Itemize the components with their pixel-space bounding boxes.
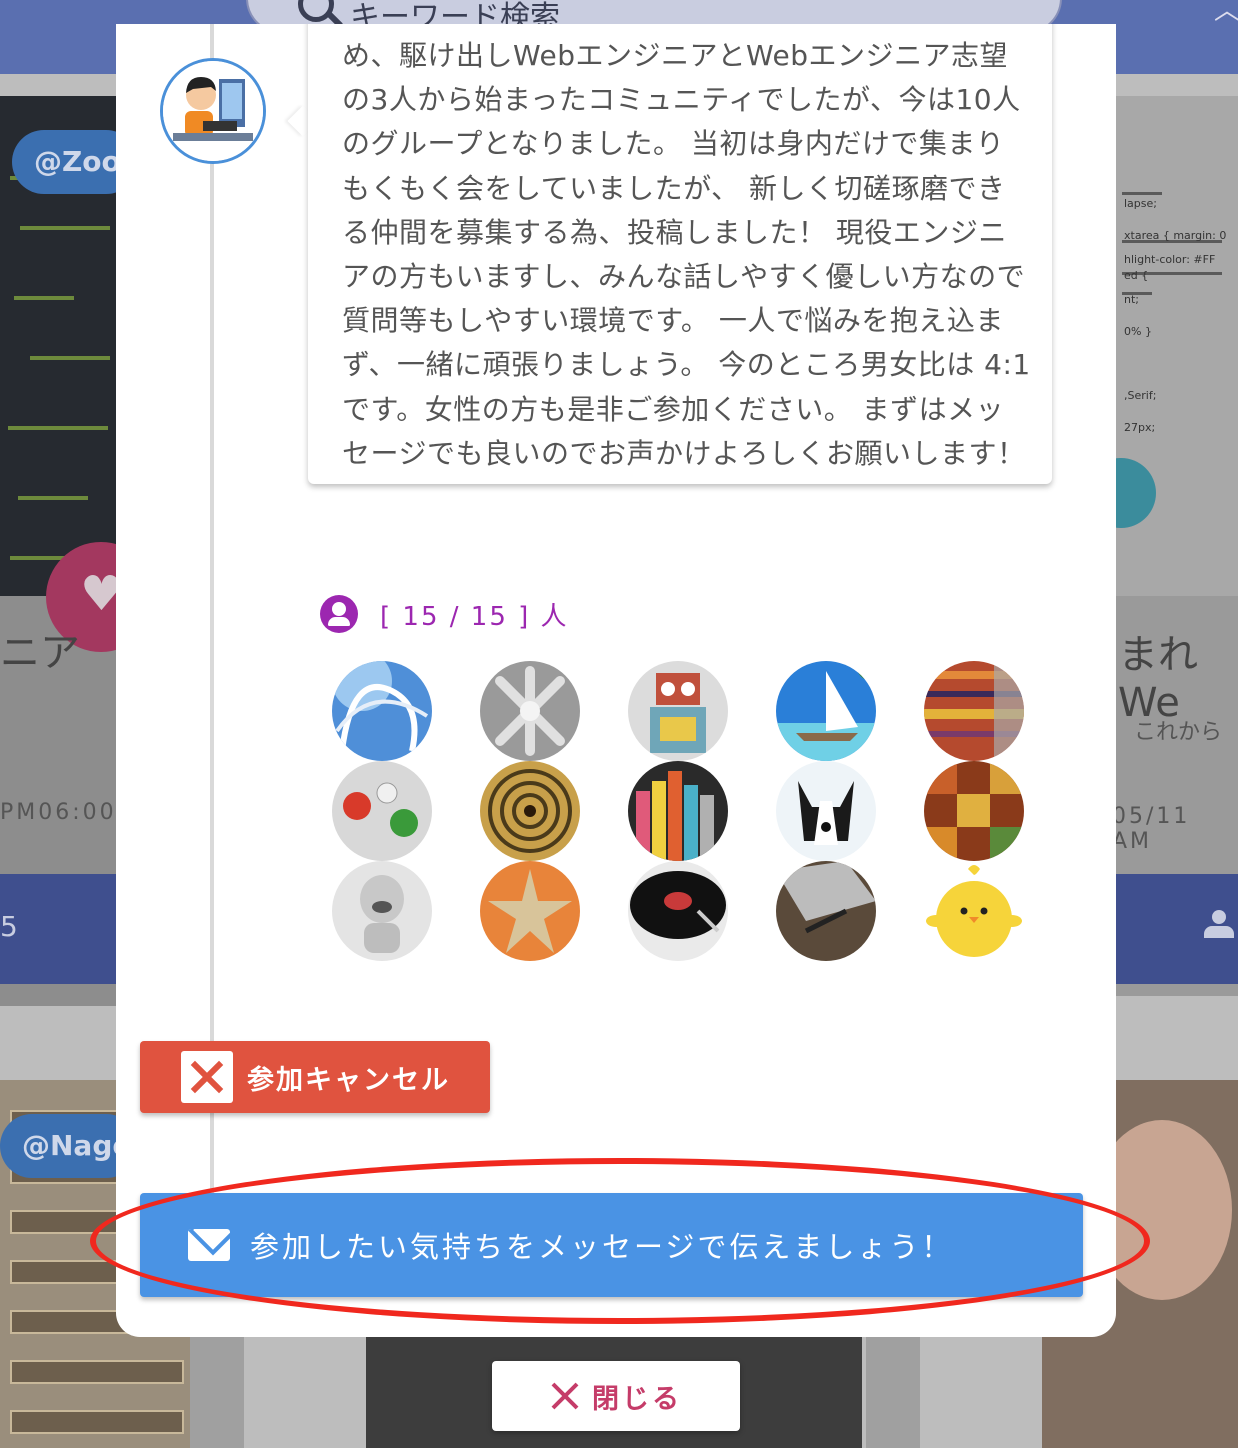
participant-grid bbox=[332, 661, 1032, 961]
member-avatar-woven-fabric[interactable] bbox=[924, 761, 1024, 861]
member-avatar-toy-robot[interactable] bbox=[628, 661, 728, 761]
member-avatar-roller-coaster[interactable] bbox=[332, 661, 432, 761]
member-avatar-sailboat[interactable] bbox=[776, 661, 876, 761]
group-icon bbox=[1204, 910, 1238, 940]
participant-count: [ 15 / 15 ] 人 bbox=[380, 601, 569, 632]
card-footer: 5 bbox=[0, 874, 116, 984]
card-footer bbox=[1116, 874, 1238, 984]
send-message-button[interactable]: 参加したい気持ちをメッセージで伝えましょう！ bbox=[140, 1193, 1083, 1297]
organizer-avatar[interactable] bbox=[160, 58, 266, 164]
code-snippet: lapse; xtarea { margin: 0 hlight-color: … bbox=[1124, 197, 1227, 434]
post-body: め、駆け出しWebエンジニアとWebエンジニア志望の3人から始まったコミュニティ… bbox=[342, 39, 1031, 470]
card-title: ニア bbox=[0, 630, 80, 676]
message-button-label: 参加したい気持ちをメッセージで伝えましょう！ bbox=[250, 1230, 954, 1264]
member-avatar-marbles[interactable] bbox=[332, 761, 432, 861]
event-detail-modal: め、駆け出しWebエンジニアとWebエンジニア志望の3人から始まったコミュニティ… bbox=[116, 24, 1116, 1337]
member-avatar-crayons[interactable] bbox=[628, 761, 728, 861]
close-box-icon bbox=[181, 1051, 233, 1103]
chevron-up-icon[interactable]: ︿ bbox=[1214, 0, 1238, 27]
mail-icon bbox=[188, 1229, 230, 1261]
card-title: まれWe bbox=[1118, 632, 1198, 726]
close-modal-button[interactable]: 閉じる bbox=[492, 1361, 740, 1431]
cancel-button-label: 参加キャンセル bbox=[247, 1064, 450, 1096]
member-avatar-yellow-chick[interactable] bbox=[924, 861, 1024, 961]
card-subtitle: これから bbox=[1134, 720, 1223, 745]
member-avatar-border-collie[interactable] bbox=[776, 761, 876, 861]
member-avatar-striped-fabric[interactable] bbox=[924, 661, 1024, 761]
member-avatar-starfish[interactable] bbox=[480, 861, 580, 961]
member-avatar-metal-jack[interactable] bbox=[480, 661, 580, 761]
participants-header: [ 15 / 15 ] 人 bbox=[320, 594, 569, 634]
card-date: 05/11 AM bbox=[1112, 804, 1191, 854]
member-avatar-vinyl-record[interactable] bbox=[628, 861, 728, 961]
close-button-label: 閉じる bbox=[592, 1383, 682, 1415]
participant-count: 5 bbox=[0, 910, 18, 943]
member-avatar-spiral-tunnel[interactable] bbox=[480, 761, 580, 861]
card-time: PM06:00 bbox=[0, 800, 117, 825]
member-avatar-laptop[interactable] bbox=[776, 861, 876, 961]
timeline-line bbox=[210, 24, 214, 1194]
post-bubble: め、駆け出しWebエンジニアとWebエンジニア志望の3人から始まったコミュニティ… bbox=[308, 24, 1052, 484]
member-avatar-white-dog-figure[interactable] bbox=[332, 861, 432, 961]
event-card[interactable]: lapse; xtarea { margin: 0 hlight-color: … bbox=[1116, 96, 1238, 996]
cancel-participation-button[interactable]: 参加キャンセル bbox=[140, 1041, 490, 1113]
account-circle-icon bbox=[320, 595, 358, 633]
close-icon bbox=[550, 1381, 580, 1411]
